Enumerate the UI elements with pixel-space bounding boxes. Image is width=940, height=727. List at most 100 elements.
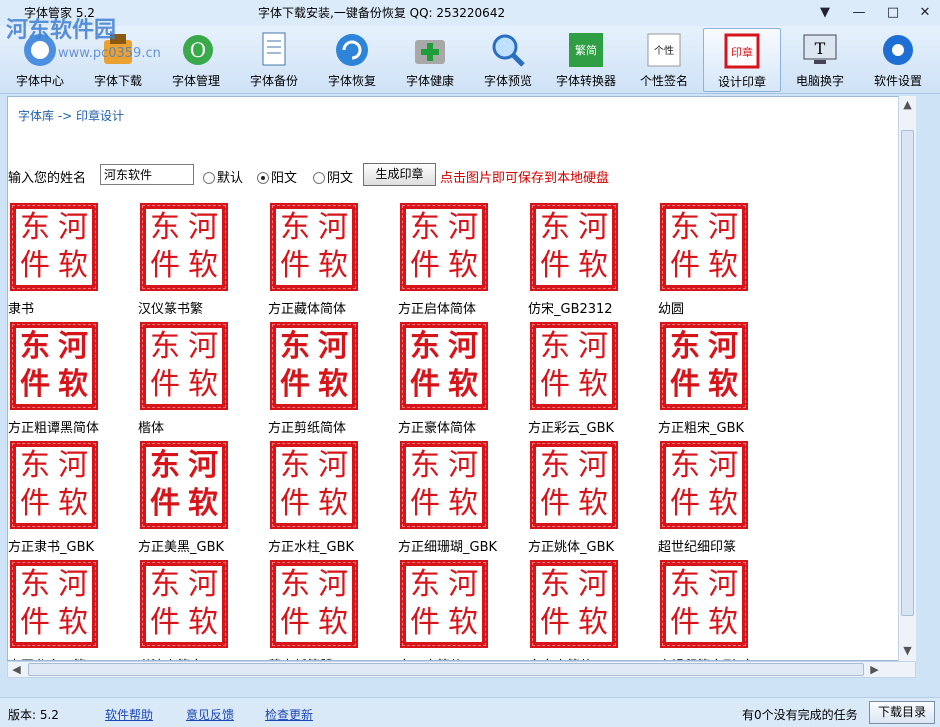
- seal-image[interactable]: 河东软件: [140, 441, 228, 529]
- seal-image[interactable]: 河东软件: [530, 441, 618, 529]
- seal-char: 软: [578, 248, 608, 283]
- toolbar-button-9[interactable]: 印章 设计印章: [703, 28, 781, 92]
- seal-image[interactable]: 河东软件: [530, 322, 618, 410]
- feedback-link[interactable]: 意见反馈: [186, 706, 234, 723]
- toolbar-button-3[interactable]: 字体备份: [235, 28, 313, 92]
- seal-item[interactable]: 河东软件书法小篆文: [138, 560, 268, 660]
- vertical-scrollbar[interactable]: ▲ ▼: [898, 96, 916, 661]
- seal-image[interactable]: 河东软件: [10, 203, 98, 291]
- maximize-button[interactable]: □: [880, 3, 906, 23]
- seal-image[interactable]: 河东软件: [270, 203, 358, 291]
- seal-image[interactable]: 河东软件: [660, 203, 748, 291]
- seal-item[interactable]: 河东软件方正水柱_GBK: [268, 441, 398, 560]
- name-input[interactable]: [100, 164, 194, 185]
- seal-characters: 河东软件: [666, 447, 742, 523]
- seal-image[interactable]: 河东软件: [10, 322, 98, 410]
- seal-char: 东: [540, 567, 570, 602]
- seal-item[interactable]: 河东软件方正藏体简体: [268, 203, 398, 322]
- radio-yin[interactable]: 阴文: [313, 167, 353, 186]
- seal-item[interactable]: 河东软件方正剪纸简体: [268, 322, 398, 441]
- seal-char: 东: [20, 567, 50, 602]
- seal-item[interactable]: 河东软件方正豪体简体: [398, 322, 528, 441]
- seal-item[interactable]: 河东软件幼圆: [658, 203, 788, 322]
- seal-item[interactable]: 河东软件方正姚体_GBK: [528, 441, 658, 560]
- toolbar-button-10[interactable]: T 电脑换字: [781, 28, 859, 92]
- seal-image[interactable]: 河东软件: [400, 441, 488, 529]
- radio-yin-dot[interactable]: [313, 172, 325, 184]
- seal-item[interactable]: 河东软件合辑印篆字形(宽): [658, 560, 788, 660]
- toolbar-label: 个性签名: [639, 74, 688, 88]
- toolbar-button-5[interactable]: 字体健康: [391, 28, 469, 92]
- seal-item[interactable]: 河东软件汉仪篆书繁: [138, 203, 268, 322]
- toolbar-button-8[interactable]: 个性 个性签名: [625, 28, 703, 92]
- toolbar-button-6[interactable]: 字体预览: [469, 28, 547, 92]
- seal-image[interactable]: 河东软件: [140, 322, 228, 410]
- seal-image[interactable]: 河东软件: [270, 560, 358, 648]
- seal-item[interactable]: 河东软件金文小篆体: [528, 560, 658, 660]
- seal-image[interactable]: 河东软件: [270, 441, 358, 529]
- scroll-down-icon[interactable]: ▼: [899, 642, 916, 659]
- seal-image[interactable]: 河东软件: [400, 322, 488, 410]
- seal-char: 件: [410, 367, 440, 402]
- toolbar-button-11[interactable]: 软件设置: [859, 28, 937, 92]
- horizontal-scrollbar[interactable]: ◀ ▶: [7, 661, 916, 678]
- seal-image[interactable]: 河东软件: [400, 560, 488, 648]
- toolbar-button-2[interactable]: O 字体管理: [157, 28, 235, 92]
- scroll-right-icon[interactable]: ▶: [866, 662, 883, 677]
- generate-seal-button[interactable]: 生成印章: [363, 163, 436, 186]
- seal-char: 软: [58, 486, 88, 521]
- seal-item[interactable]: 河东软件方正美黑_GBK: [138, 441, 268, 560]
- seal-image[interactable]: 河东软件: [530, 203, 618, 291]
- radio-default[interactable]: 默认: [203, 167, 243, 186]
- seal-item[interactable]: 河东软件仿宋_GB2312: [528, 203, 658, 322]
- seal-image[interactable]: 河东软件: [660, 322, 748, 410]
- seal-item[interactable]: 河东软件中国龙金石篆: [8, 560, 138, 660]
- seal-char: 件: [540, 367, 570, 402]
- seal-item[interactable]: 河东软件方正细珊瑚_GBK: [398, 441, 528, 560]
- seal-item[interactable]: 河东软件隶书: [8, 203, 138, 322]
- seal-item[interactable]: 河东软件方正启体简体: [398, 203, 528, 322]
- download-dir-button[interactable]: 下载目录: [869, 701, 935, 724]
- seal-image[interactable]: 河东软件: [10, 560, 98, 648]
- seal-item[interactable]: 河东软件超世纪细印篆: [658, 441, 788, 560]
- seal-characters: 河东软件: [276, 328, 352, 404]
- seal-item[interactable]: 河东软件方正粗宋_GBK: [658, 322, 788, 441]
- seal-image[interactable]: 河东软件: [10, 441, 98, 529]
- minimize-button[interactable]: —: [846, 3, 872, 23]
- seal-item[interactable]: 河东软件方正彩云_GBK: [528, 322, 658, 441]
- radio-yang-dot[interactable]: [257, 172, 269, 184]
- seal-item[interactable]: 河东软件楷体: [138, 322, 268, 441]
- toolbar-button-4[interactable]: 字体恢复: [313, 28, 391, 92]
- help-link[interactable]: 软件帮助: [105, 706, 153, 723]
- radio-yang[interactable]: 阳文: [257, 167, 297, 186]
- seal-image[interactable]: 河东软件: [400, 203, 488, 291]
- breadcrumb[interactable]: 字体库 -> 印章设计: [18, 107, 124, 124]
- seal-image[interactable]: 河东软件: [660, 441, 748, 529]
- seal-char: 件: [150, 605, 180, 640]
- seal-item[interactable]: 河东软件文正小篆体: [398, 560, 528, 660]
- seal-char: 东: [410, 329, 440, 364]
- toolbar-button-7[interactable]: 繁简 字体转换器: [547, 28, 625, 92]
- check-update-link[interactable]: 检查更新: [265, 706, 313, 723]
- seal-char: 东: [150, 448, 180, 483]
- radio-default-dot[interactable]: [203, 172, 215, 184]
- svg-text:T: T: [815, 39, 826, 58]
- close-button[interactable]: ✕: [912, 3, 938, 23]
- seal-item[interactable]: 河东软件方正粗谭黑简体: [8, 322, 138, 441]
- seal-image[interactable]: 河东软件: [660, 560, 748, 648]
- menu-dropdown-icon[interactable]: ▼: [812, 3, 838, 23]
- seal-char: 东: [280, 567, 310, 602]
- seal-item[interactable]: 河东软件蒙奇新篆體: [268, 560, 398, 660]
- scroll-left-icon[interactable]: ◀: [8, 662, 25, 677]
- seal-item[interactable]: 河东软件方正隶书_GBK: [8, 441, 138, 560]
- horizontal-scroll-thumb[interactable]: [28, 663, 864, 676]
- font-health-icon: [410, 30, 450, 70]
- scroll-up-icon[interactable]: ▲: [899, 96, 916, 113]
- seal-image[interactable]: 河东软件: [270, 322, 358, 410]
- vertical-scroll-thumb[interactable]: [901, 130, 914, 616]
- seal-image[interactable]: 河东软件: [140, 203, 228, 291]
- seal-image[interactable]: 河东软件: [140, 560, 228, 648]
- seal-char: 河: [448, 448, 478, 483]
- seal-char: 河: [188, 448, 218, 483]
- seal-image[interactable]: 河东软件: [530, 560, 618, 648]
